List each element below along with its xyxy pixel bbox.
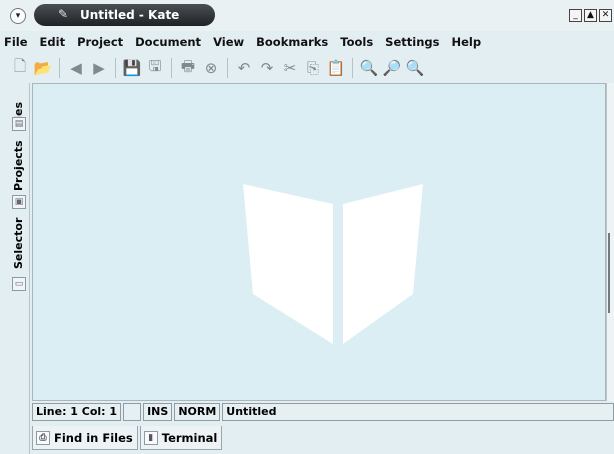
redo-icon[interactable]: ↷ xyxy=(257,58,277,78)
status-selection-mode: NORM xyxy=(174,403,221,421)
tab-find-in-files-label: Find in Files xyxy=(54,430,133,445)
sidetab-projects-label: Projects xyxy=(12,140,25,191)
vertical-scrollbar[interactable] xyxy=(606,83,614,401)
terminal-icon: ▮ xyxy=(143,430,158,445)
toolbar-separator xyxy=(115,58,116,78)
print-icon[interactable]: 🖶 xyxy=(178,57,198,78)
menu-settings[interactable]: Settings xyxy=(385,35,439,49)
status-modified-indicator xyxy=(123,403,142,421)
sidetab-projects[interactable]: Projects xyxy=(8,137,30,199)
window-title: Untitled - Kate xyxy=(80,8,180,22)
title-bar: ▾ ✎ Untitled - Kate _ ▲ ✕ xyxy=(0,0,614,31)
menu-bar: File Edit Project Document View Bookmark… xyxy=(0,31,614,53)
close-document-icon[interactable]: ⊗ xyxy=(201,58,221,78)
file-list-icon: ▤ xyxy=(12,117,26,131)
back-icon[interactable]: ◀ xyxy=(66,58,86,78)
tab-find-in-files[interactable]: ⎙ Find in Files xyxy=(32,426,138,450)
find-next-icon[interactable]: 🔎 xyxy=(382,58,402,78)
status-document-name: Untitled xyxy=(222,403,614,421)
status-line-col: Line: 1 Col: 1 xyxy=(32,403,122,421)
save-icon[interactable]: 💾 xyxy=(122,58,142,78)
window-menu-button[interactable]: ▾ xyxy=(10,8,26,24)
close-button[interactable]: ✕ xyxy=(599,9,612,22)
maximize-button[interactable]: ▲ xyxy=(584,9,597,22)
menu-help[interactable]: Help xyxy=(451,35,481,49)
editor-text-area[interactable] xyxy=(32,83,606,401)
find-icon[interactable]: 🔍 xyxy=(359,58,379,78)
status-bar: Line: 1 Col: 1 INS NORM Untitled xyxy=(32,402,614,422)
sidetab-selector-label: Selector xyxy=(12,217,25,269)
scrollbar-thumb[interactable] xyxy=(608,233,614,313)
left-sidebar-tabs: Files ▤ Projects ▣ Selector ▭ xyxy=(8,83,30,454)
new-document-icon[interactable]: 🗋 xyxy=(10,57,30,78)
status-insert-mode: INS xyxy=(143,403,173,421)
book-watermark-graphic xyxy=(243,184,423,344)
folder-icon: ▭ xyxy=(12,277,26,291)
bottom-tool-tabs: ⎙ Find in Files ▮ Terminal xyxy=(32,426,223,450)
open-folder-icon[interactable]: 📂 xyxy=(33,58,53,78)
minimize-button[interactable]: _ xyxy=(569,9,582,22)
tab-terminal[interactable]: ▮ Terminal xyxy=(139,426,223,450)
window-title-pill: ✎ Untitled - Kate xyxy=(34,4,215,26)
save-as-icon[interactable]: 🖫 xyxy=(145,57,165,78)
paste-icon[interactable]: 📋 xyxy=(326,58,346,78)
menu-edit[interactable]: Edit xyxy=(40,35,66,49)
sidetab-selector[interactable]: Selector xyxy=(8,211,30,275)
forward-icon[interactable]: ▶ xyxy=(89,58,109,78)
toolbar-separator xyxy=(171,58,172,78)
menu-document[interactable]: Document xyxy=(135,35,201,49)
menu-file[interactable]: File xyxy=(4,35,28,49)
toolbar-separator xyxy=(59,58,60,78)
cut-icon[interactable]: ✂ xyxy=(280,58,300,78)
toolbar-separator xyxy=(352,58,353,78)
main-toolbar: 🗋 📂 ◀ ▶ 💾 🖫 🖶 ⊗ ↶ ↷ ✂ ⎘ 📋 🔍 🔎 🔍 xyxy=(0,53,614,83)
kate-app-icon: ✎ xyxy=(58,7,69,21)
menu-tools[interactable]: Tools xyxy=(340,35,373,49)
project-icon: ▣ xyxy=(12,195,26,209)
toolbar-separator xyxy=(227,58,228,78)
zoom-icon[interactable]: 🔍 xyxy=(405,58,425,78)
undo-icon[interactable]: ↶ xyxy=(234,58,254,78)
menu-view[interactable]: View xyxy=(213,35,244,49)
copy-icon[interactable]: ⎘ xyxy=(303,58,323,78)
find-in-files-icon: ⎙ xyxy=(36,430,50,445)
menu-project[interactable]: Project xyxy=(77,35,123,49)
window-controls: _ ▲ ✕ xyxy=(569,9,612,22)
tab-terminal-label: Terminal xyxy=(161,430,218,445)
menu-bookmarks[interactable]: Bookmarks xyxy=(256,35,328,49)
